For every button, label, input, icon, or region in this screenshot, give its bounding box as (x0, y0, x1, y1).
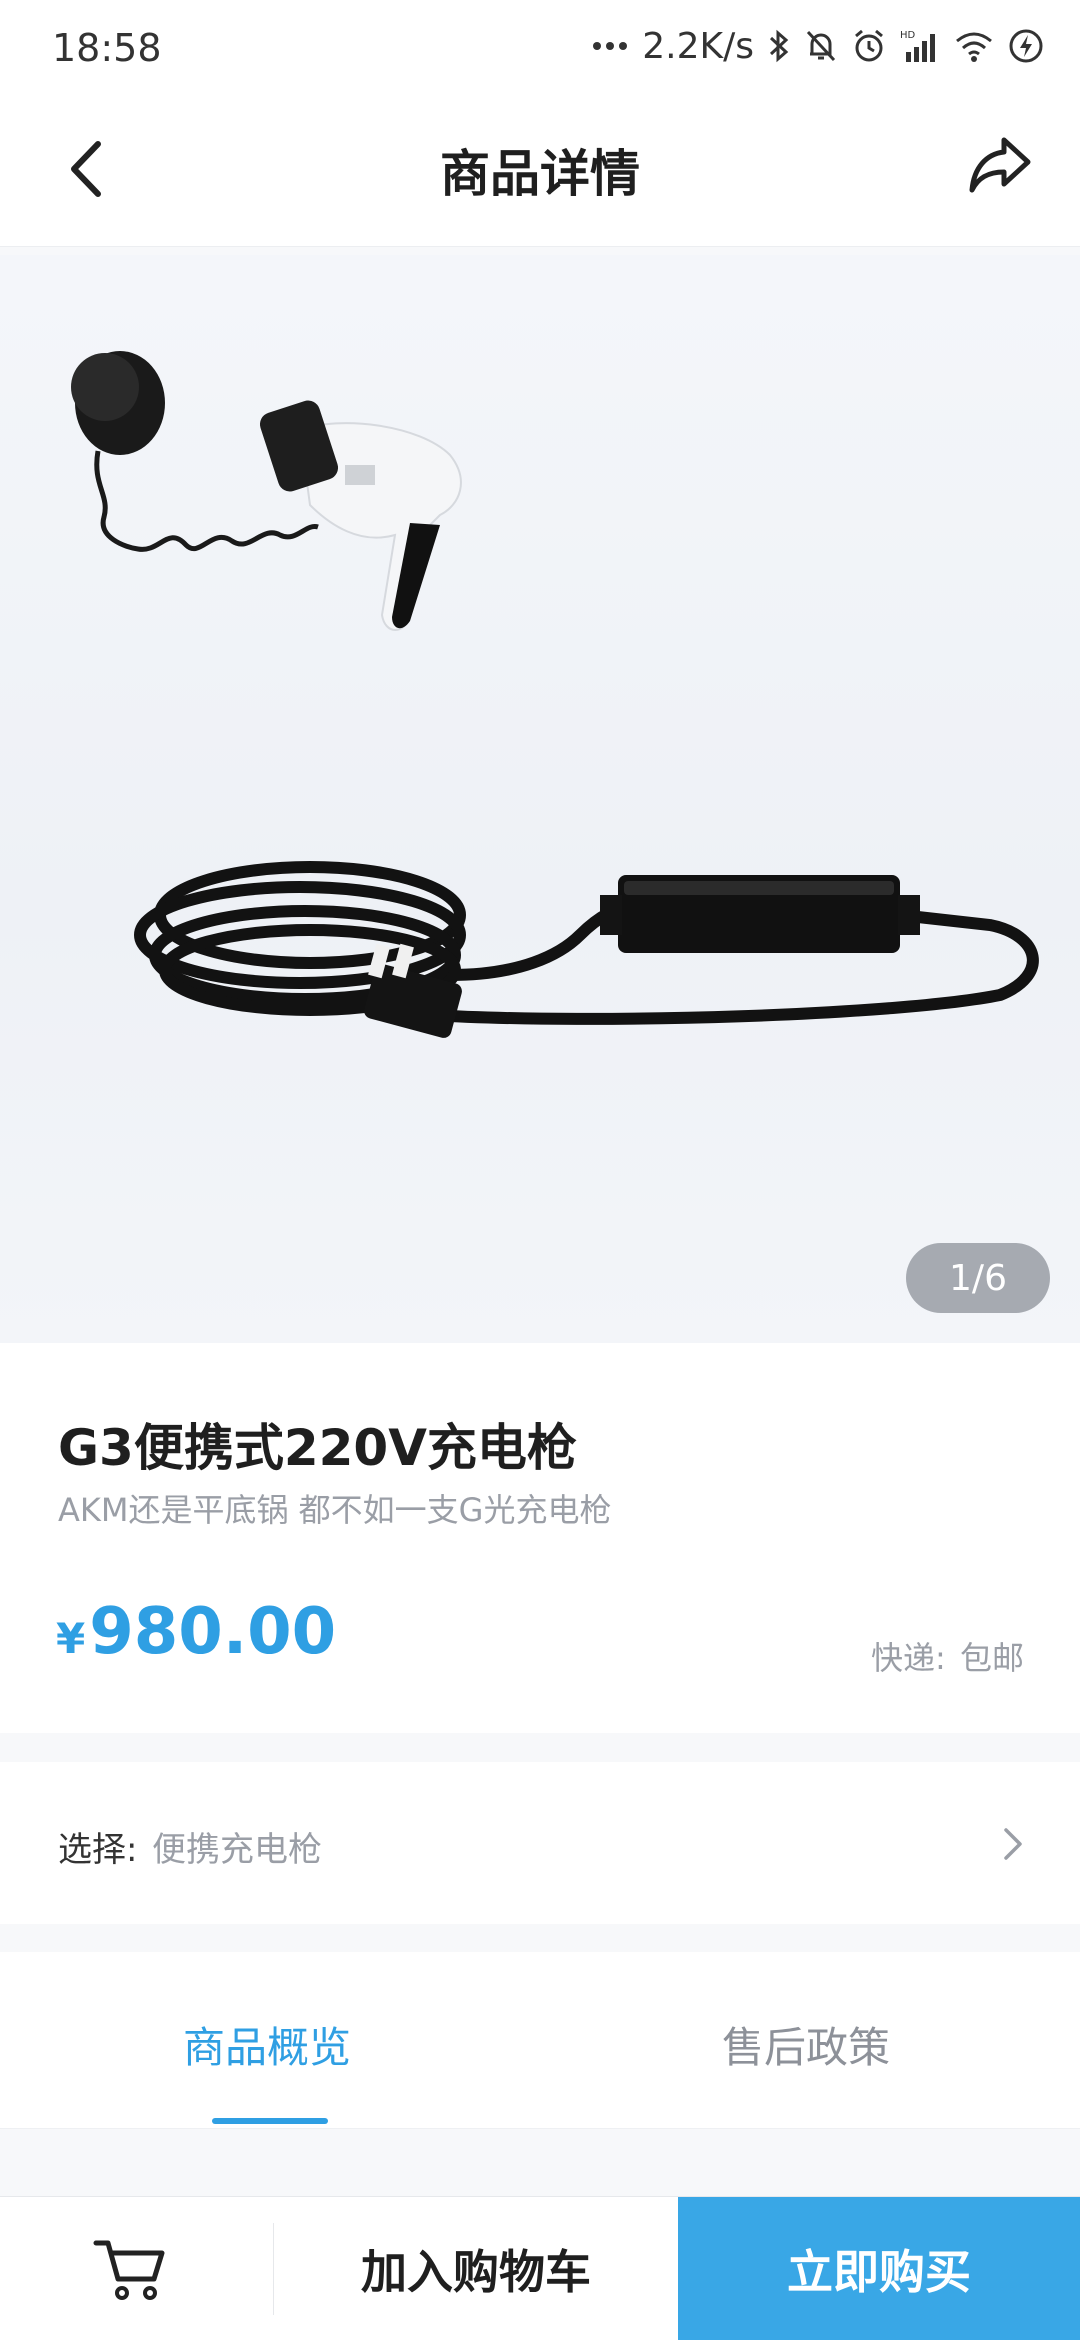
status-time: 18:58 (52, 26, 162, 70)
active-tab-indicator (212, 2118, 328, 2124)
svg-text:HD: HD (900, 30, 916, 41)
more-dots-icon (593, 42, 628, 50)
hd-signal-icon: HD (900, 30, 935, 62)
price-value: 980.00 (89, 1595, 337, 1669)
net-speed: 2.2K/s (642, 25, 754, 67)
status-bar: 18:58 2.2K/s HD (0, 0, 1080, 90)
control-box-illustration (600, 875, 920, 953)
option-selector-row[interactable]: 选择: 便携充电枪 (0, 1762, 1080, 1924)
tab-overview[interactable]: 商品概览 (183, 2014, 351, 2075)
battery-charging-icon (1009, 29, 1043, 63)
alarm-icon (855, 29, 883, 62)
buy-now-button[interactable]: 立即购买 (678, 2197, 1080, 2340)
nav-bar: 商品详情 (0, 90, 1080, 247)
add-to-cart-button[interactable]: 加入购物车 (274, 2197, 678, 2340)
product-image-gallery[interactable]: 1/6 (0, 255, 1080, 1343)
tab-after-sales[interactable]: 售后政策 (722, 2014, 890, 2075)
image-counter: 1/6 (906, 1243, 1050, 1313)
bluetooth-icon (769, 29, 789, 63)
mute-bell-icon (806, 30, 836, 62)
detail-tabs: 商品概览 售后政策 (0, 1952, 1080, 2129)
currency-symbol: ¥ (56, 1614, 86, 1663)
shipping-label: 快递: (871, 1639, 946, 1677)
share-arrow-icon[interactable] (964, 126, 1038, 200)
product-subtitle: AKM还是平底锅 都不如一支G光充电枪 (58, 1491, 612, 1529)
shipping-info: 快递: 包邮 (871, 1633, 1024, 1679)
shipping-value: 包邮 (959, 1639, 1024, 1677)
status-icons: 2.2K/s HD (592, 24, 1044, 68)
page-title: 商品详情 (440, 145, 640, 203)
chevron-right-icon (1004, 1828, 1022, 1860)
charging-gun-illustration (259, 400, 462, 631)
wifi-icon (956, 32, 992, 62)
option-label: 选择: (58, 1830, 138, 1870)
cart-icon[interactable] (90, 2233, 170, 2303)
product-price: ¥ 980.00 (56, 1595, 336, 1669)
product-image (71, 351, 1039, 1038)
product-info-card: G3便携式220V充电枪 AKM还是平底锅 都不如一支G光充电枪 ¥ 980.0… (0, 1343, 1080, 1733)
option-value: 便携充电枪 (152, 1830, 322, 1870)
product-name: G3便携式220V充电枪 (58, 1419, 577, 1477)
bottom-action-bar: 加入购物车 立即购买 (0, 2196, 1080, 2340)
